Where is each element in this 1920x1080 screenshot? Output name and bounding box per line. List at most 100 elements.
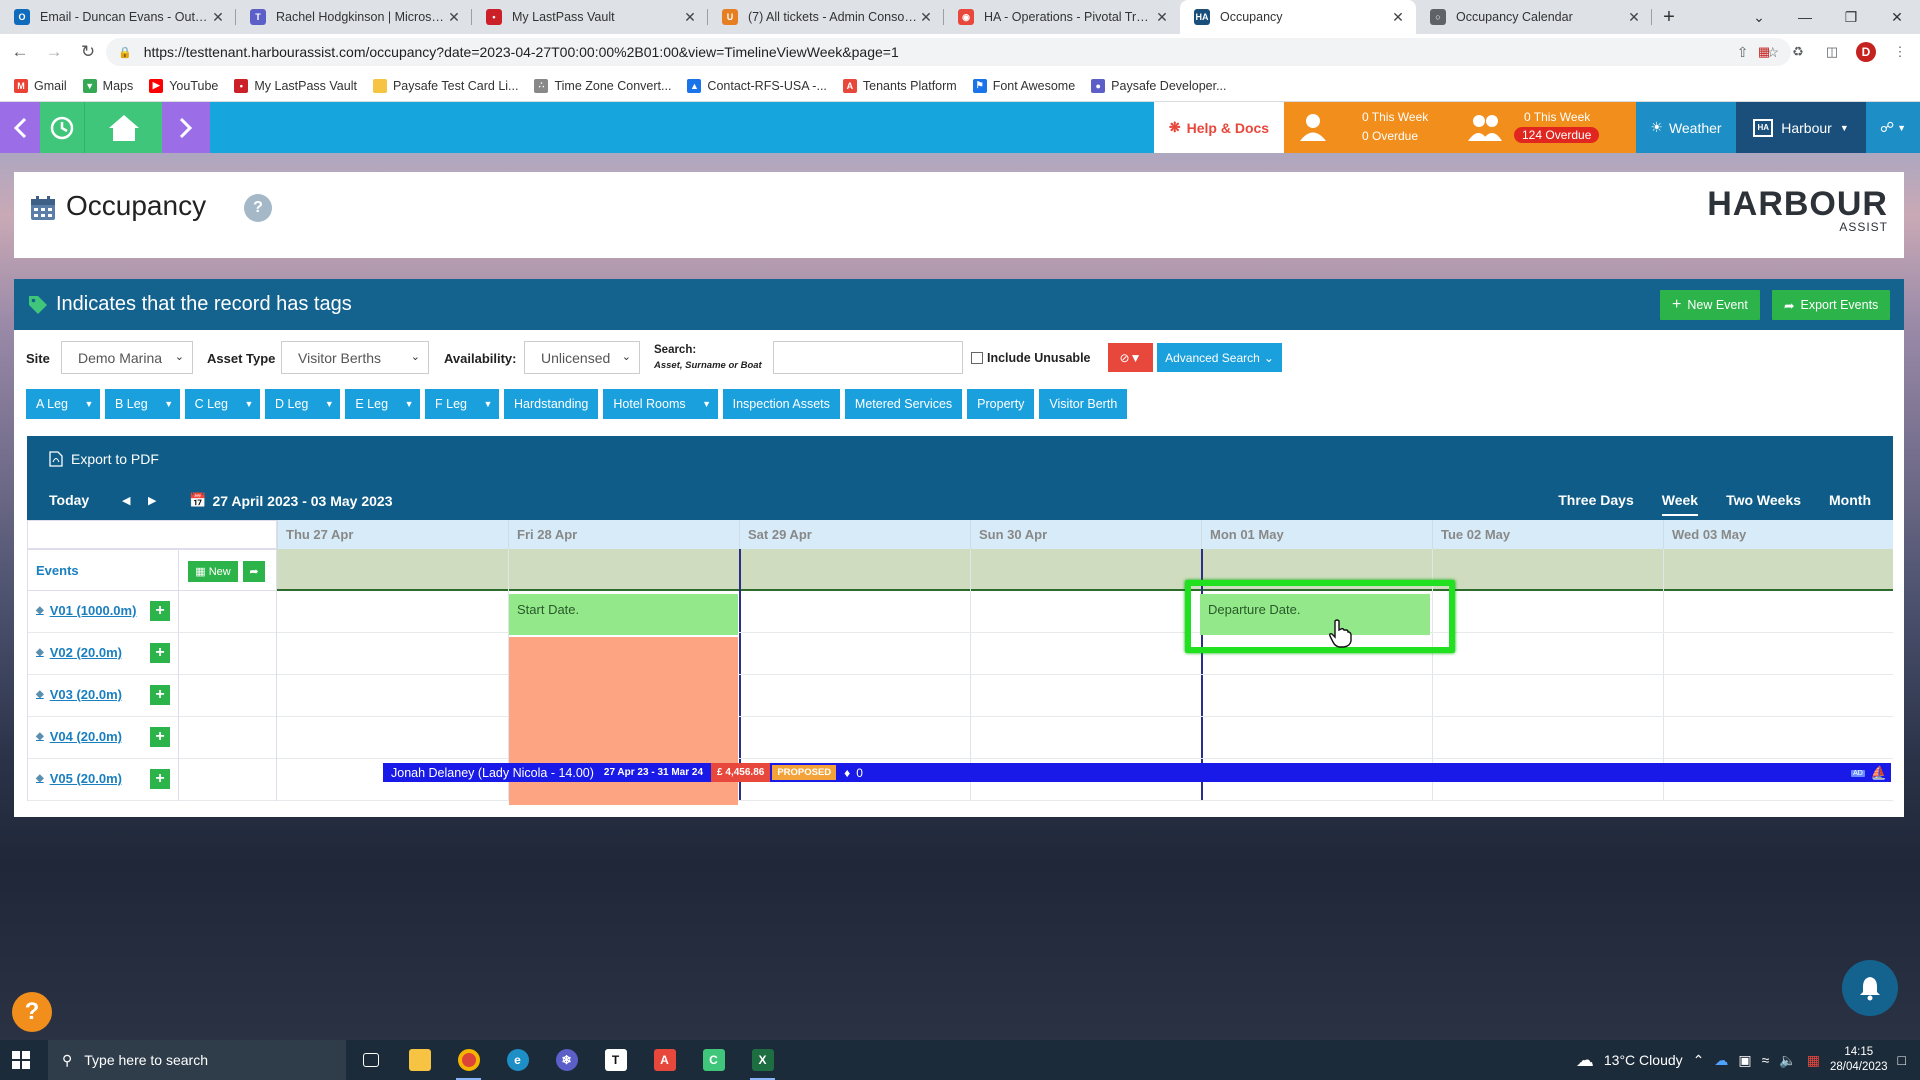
asset-group-button[interactable]: Inspection Assets — [722, 389, 840, 419]
extensions-puzzle-icon[interactable]: ♻ — [1788, 42, 1808, 62]
caret-down-icon[interactable]: ▼ — [158, 389, 180, 419]
asset-group-button[interactable]: E Leg ▼ — [345, 389, 421, 419]
profile-avatar[interactable]: D — [1856, 42, 1876, 62]
side-panel-icon[interactable]: ◫ — [1822, 42, 1842, 62]
boat-icon[interactable]: ⛵ — [1871, 765, 1887, 781]
help-chat-button[interactable]: ? — [12, 992, 52, 1032]
team-tasks-widget[interactable]: 0 This Week 124 Overdue — [1454, 102, 1636, 153]
date-range[interactable]: 📅 27 April 2023 - 03 May 2023 — [189, 492, 392, 509]
back-nav-button[interactable] — [0, 102, 40, 153]
add-booking-button[interactable]: + — [150, 685, 170, 705]
bookmark-item[interactable]: ∴ Time Zone Convert... — [534, 78, 671, 93]
browser-tab[interactable]: HA Occupancy ✕ — [1180, 0, 1416, 34]
caret-down-icon[interactable]: ▼ — [318, 389, 340, 419]
booking-bar[interactable]: Jonah Delaney (Lady Nicola - 14.00) 27 A… — [383, 763, 1891, 782]
browser-tab[interactable]: ○ Occupancy Calendar ✕ — [1416, 0, 1652, 34]
camtasia-icon[interactable]: C — [689, 1040, 738, 1080]
resource-link[interactable]: ◆ V01 (1000.0m) — [36, 603, 136, 618]
forward-nav-button[interactable] — [162, 102, 210, 153]
bookmark-item[interactable]: A Tenants Platform — [842, 78, 957, 93]
resource-link[interactable]: ◆ V05 (20.0m) — [36, 771, 122, 786]
asset-group-button[interactable]: F Leg ▼ — [425, 389, 500, 419]
notifications-button[interactable] — [1842, 960, 1898, 1016]
asset-group-button[interactable]: Visitor Berth — [1039, 389, 1128, 419]
tab-close-icon[interactable]: ✕ — [1626, 9, 1642, 26]
chrome-menu-icon[interactable]: ⋮ — [1890, 42, 1910, 62]
resource-link[interactable]: ◆ V02 (20.0m) — [36, 645, 122, 660]
bookmark-item[interactable]: • My LastPass Vault — [234, 78, 357, 93]
quick-links-button[interactable]: ☍ ▼ — [1866, 102, 1920, 153]
weather-button[interactable]: ☀ Weather — [1636, 102, 1736, 153]
asset-group-button[interactable]: D Leg ▼ — [265, 389, 341, 419]
caret-down-icon[interactable]: ▼ — [78, 389, 100, 419]
new-event-small-button[interactable]: ▦ New — [188, 561, 238, 582]
site-select[interactable]: Demo Marina ⌄ — [61, 341, 193, 374]
search-input[interactable] — [773, 341, 963, 374]
export-pdf-button[interactable]: Export to PDF — [49, 451, 159, 467]
asset-group-button[interactable]: Metered Services — [844, 389, 963, 419]
forward-icon[interactable]: → — [40, 38, 68, 66]
chevron-up-icon[interactable]: ⌃ — [1693, 1052, 1705, 1069]
tab-search-icon[interactable]: ⌄ — [1736, 0, 1782, 34]
bookmark-item[interactable]: Paysafe Test Card Li... — [372, 78, 518, 93]
add-booking-button[interactable]: + — [150, 727, 170, 747]
view-option[interactable]: Week — [1661, 492, 1699, 516]
task-view-icon[interactable] — [346, 1040, 395, 1080]
asset-group-button[interactable]: Hotel Rooms ▼ — [603, 389, 718, 419]
onedrive-icon[interactable]: ☁ — [1714, 1052, 1728, 1069]
bookmark-item[interactable]: ⚑ Font Awesome — [972, 78, 1075, 93]
typora-icon[interactable]: T — [591, 1040, 640, 1080]
reload-icon[interactable]: ↻ — [74, 38, 102, 66]
browser-tab[interactable]: O Email - Duncan Evans - Outlook ✕ — [0, 0, 236, 34]
share-icon[interactable]: ⇧ — [1737, 44, 1749, 61]
resource-link[interactable]: ◆ V03 (20.0m) — [36, 687, 122, 702]
back-icon[interactable]: ← — [6, 38, 34, 66]
tab-close-icon[interactable]: ✕ — [1154, 9, 1170, 26]
acrobat-icon[interactable]: A — [640, 1040, 689, 1080]
events-row-lane[interactable] — [277, 549, 1893, 591]
asset-group-button[interactable]: B Leg ▼ — [104, 389, 180, 419]
language-icon[interactable]: ▦ — [1807, 1052, 1820, 1069]
asset-group-button[interactable]: C Leg ▼ — [184, 389, 261, 419]
caret-down-icon[interactable]: ▼ — [398, 389, 420, 419]
next-week-icon[interactable]: ▶ — [148, 494, 156, 507]
include-unusable-checkbox[interactable]: Include Unusable — [971, 351, 1091, 365]
add-booking-button[interactable]: + — [150, 643, 170, 663]
calendar-extension-icon[interactable]: ▦ — [1754, 42, 1774, 62]
today-button[interactable]: Today — [49, 492, 89, 508]
asset-group-button[interactable]: Property — [967, 389, 1035, 419]
volume-icon[interactable]: 🔈 — [1779, 1052, 1796, 1069]
start-date-cell[interactable]: Start Date. — [509, 594, 738, 635]
tab-close-icon[interactable]: ✕ — [918, 9, 934, 26]
network-icon[interactable]: ▣ — [1738, 1052, 1751, 1069]
minimize-icon[interactable]: — — [1782, 0, 1828, 34]
help-docs-button[interactable]: ❋ Help & Docs — [1154, 102, 1284, 153]
wifi-icon[interactable]: ≈ — [1762, 1052, 1770, 1068]
asset-type-select[interactable]: Visitor Berths ⌄ — [281, 341, 429, 374]
bookmark-item[interactable]: ▲ Contact-RFS-USA -... — [687, 78, 827, 93]
caret-down-icon[interactable]: ▼ — [238, 389, 260, 419]
prev-week-icon[interactable]: ◀ — [122, 494, 130, 507]
clear-filters-button[interactable]: ⊘▼ — [1108, 343, 1153, 372]
chrome-icon[interactable] — [444, 1040, 493, 1080]
view-option[interactable]: Three Days — [1558, 492, 1633, 516]
asset-group-button[interactable]: A Leg ▼ — [26, 389, 100, 419]
caret-down-icon[interactable]: ▼ — [696, 389, 718, 419]
caret-down-icon[interactable]: ▼ — [477, 389, 499, 419]
url-bar[interactable]: 🔒 https://testtenant.harbourassist.com/o… — [106, 38, 1791, 66]
advanced-search-button[interactable]: Advanced Search ⌄ — [1157, 343, 1282, 372]
bookmark-item[interactable]: M Gmail — [14, 78, 67, 93]
bookmark-item[interactable]: ▶ YouTube — [149, 78, 218, 93]
browser-tab[interactable]: U (7) All tickets - Admin Console (✕ — [708, 0, 944, 34]
home-button[interactable] — [84, 102, 162, 153]
browser-tab[interactable]: T Rachel Hodgkinson | Microsoft T ✕ — [236, 0, 472, 34]
asset-group-button[interactable]: Hardstanding — [504, 389, 599, 419]
new-event-button[interactable]: + New Event — [1660, 290, 1760, 320]
help-question-icon[interactable]: ? — [244, 194, 272, 222]
add-booking-button[interactable]: + — [150, 601, 170, 621]
bookmark-item[interactable]: ▼ Maps — [82, 78, 133, 93]
view-option[interactable]: Two Weeks — [1726, 492, 1801, 516]
tab-close-icon[interactable]: ✕ — [1390, 9, 1406, 26]
windows-start-icon[interactable] — [12, 1051, 30, 1069]
history-button[interactable] — [40, 102, 84, 153]
